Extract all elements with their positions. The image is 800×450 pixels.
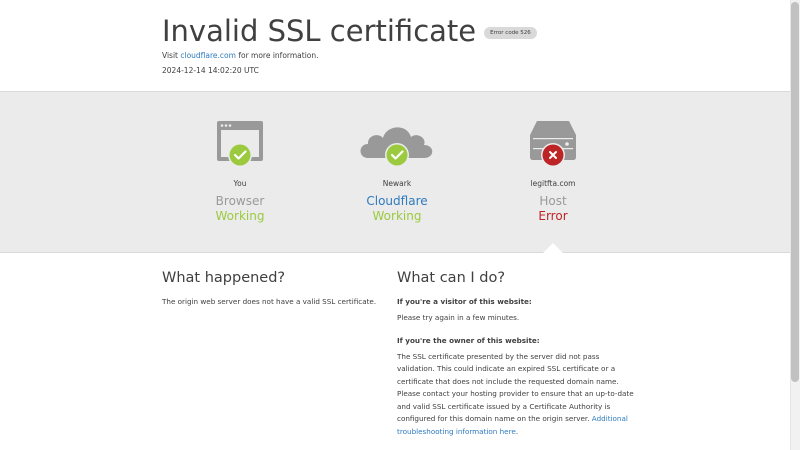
scrollbar-thumb[interactable] xyxy=(791,2,799,382)
visitor-text: Please try again in a few minutes. xyxy=(397,313,520,322)
host-status: Error xyxy=(538,209,568,223)
owner-heading: If you're the owner of this website: xyxy=(397,335,540,345)
host-pointer-notch xyxy=(543,243,563,253)
browser-role: Browser xyxy=(215,194,265,208)
timestamp: 2024-12-14 14:02:20 UTC xyxy=(162,66,259,75)
browser-location: You xyxy=(233,179,247,188)
what-happened-text: The origin web server does not have a va… xyxy=(162,297,377,306)
visit-suffix: for more information. xyxy=(235,51,319,60)
page-title: Invalid SSL certificate xyxy=(162,14,477,48)
what-can-i-do-heading: What can I do? xyxy=(397,270,506,286)
cloudflare-location: Newark xyxy=(382,179,412,188)
scrollbar-track[interactable] xyxy=(790,0,800,450)
visit-prefix: Visit xyxy=(162,51,181,60)
cloudflare-status: Working xyxy=(372,209,422,223)
server-icon xyxy=(483,117,623,167)
visitor-heading: If you're a visitor of this website: xyxy=(397,297,532,306)
browser-status: Working xyxy=(215,209,265,223)
status-diagram: You Browser Working Newark Cloudflare Wo… xyxy=(0,91,800,253)
owner-link-suffix: . xyxy=(515,426,519,436)
what-happened-heading: What happened? xyxy=(162,270,286,286)
cloudflare-role[interactable]: Cloudflare xyxy=(327,194,467,208)
title-row: Invalid SSL certificate Error code 526 xyxy=(162,10,537,52)
cloudflare-link[interactable]: cloudflare.com xyxy=(180,51,236,60)
visit-line: Visit cloudflare.com for more informatio… xyxy=(162,51,319,60)
host-role: Host xyxy=(539,194,567,208)
error-header: Invalid SSL certificate Error code 526 V… xyxy=(0,0,800,91)
what-happened-section: What happened? The origin web server doe… xyxy=(162,268,382,309)
owner-text-block: The SSL certificate presented by the ser… xyxy=(397,351,637,439)
browser-icon xyxy=(170,117,310,167)
what-can-i-do-section: What can I do? If you're a visitor of th… xyxy=(397,268,637,438)
owner-text: The SSL certificate presented by the ser… xyxy=(397,351,634,424)
cloud-icon xyxy=(327,117,467,167)
error-code-badge: Error code 526 xyxy=(484,27,537,39)
host-location: legitfta.com xyxy=(530,179,576,188)
